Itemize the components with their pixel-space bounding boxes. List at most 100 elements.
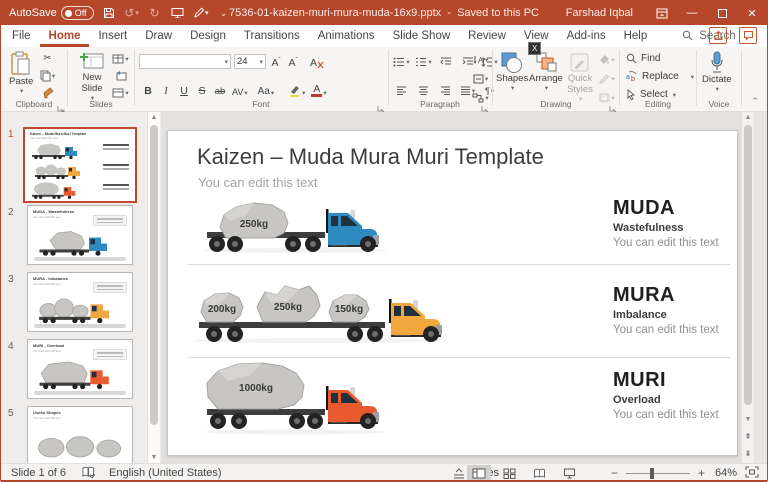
row-text-muri[interactable]: MURI Overload You can edit this text bbox=[613, 370, 733, 421]
fit-slide-to-window-icon[interactable] bbox=[745, 466, 759, 481]
tab-animations[interactable]: Animations bbox=[309, 25, 384, 47]
slide-thumbnail-2[interactable]: MUDA - Wastefulness You can edit this te… bbox=[27, 205, 133, 265]
slide-thumbnail-3[interactable]: MURA - Imbalance You can edit this text bbox=[27, 272, 133, 332]
tab-add-ins[interactable]: Add-ins bbox=[558, 25, 615, 47]
decrease-font-size-icon[interactable]: Aˇ bbox=[286, 55, 300, 69]
tab-transitions[interactable]: Transitions bbox=[235, 25, 309, 47]
section-icon[interactable]: ▾ bbox=[112, 85, 129, 100]
slide-title[interactable]: Kaizen – Muda Mura Muri Template bbox=[197, 144, 544, 170]
new-slide-button[interactable]: New Slide ▾ bbox=[73, 51, 111, 102]
zoom-in-button[interactable]: + bbox=[698, 466, 705, 480]
row-text-muda[interactable]: MUDA Wastefulness You can edit this text bbox=[613, 198, 733, 249]
reset-slide-icon[interactable] bbox=[112, 68, 129, 83]
clipboard-dialog-launcher[interactable] bbox=[57, 100, 65, 113]
tab-review[interactable]: Review bbox=[459, 25, 515, 47]
ribbon-display-options-icon[interactable] bbox=[647, 1, 677, 25]
reading-view-button[interactable] bbox=[527, 465, 551, 482]
tab-home[interactable]: Home bbox=[40, 25, 90, 47]
canvas-scrollbar-thumb[interactable] bbox=[744, 125, 752, 405]
user-name[interactable]: Farshad Iqbal bbox=[566, 7, 633, 19]
share-icon[interactable] bbox=[709, 27, 727, 44]
slide-subtitle[interactable]: You can edit this text bbox=[198, 175, 318, 190]
bullets-icon[interactable]: ▾ bbox=[393, 54, 410, 69]
tab-draw[interactable]: Draw bbox=[136, 25, 181, 47]
bold-button[interactable]: B bbox=[141, 83, 155, 97]
font-name-combobox[interactable]: ▾ bbox=[139, 54, 231, 69]
shape-outline-icon[interactable]: ▾ bbox=[598, 71, 615, 86]
scroll-up-icon[interactable]: ▲ bbox=[148, 114, 160, 121]
format-painter-icon[interactable] bbox=[39, 85, 56, 100]
save-icon[interactable] bbox=[101, 5, 117, 21]
replace-button[interactable]: ab Replace ▾ bbox=[626, 71, 694, 82]
scroll-down-icon[interactable]: ▼ bbox=[742, 416, 754, 423]
truck-muda[interactable]: 250kg bbox=[200, 201, 390, 253]
slide-indicator[interactable]: Slide 1 of 6 bbox=[11, 467, 66, 479]
slide-layout-icon[interactable]: ▾ bbox=[112, 51, 129, 66]
font-color-icon[interactable]: A ▾ bbox=[310, 83, 327, 97]
tab-design[interactable]: Design bbox=[181, 25, 235, 47]
zoom-out-button[interactable]: − bbox=[611, 466, 618, 480]
font-dialog-launcher[interactable] bbox=[377, 100, 385, 113]
tab-help[interactable]: Help bbox=[615, 25, 657, 47]
numbering-icon[interactable]: ▾ bbox=[415, 54, 432, 69]
strikethrough-button[interactable]: ab bbox=[213, 83, 227, 97]
font-size-combobox[interactable]: 24 ▾ bbox=[234, 54, 266, 69]
slide-thumbnail-1[interactable]: Kaizen – Muda Mura Muri Template You can… bbox=[23, 127, 137, 203]
highlight-color-icon[interactable]: ▾ bbox=[287, 83, 306, 97]
ink-pen-icon[interactable]: ▾ bbox=[193, 5, 209, 21]
find-button[interactable]: Find bbox=[626, 53, 660, 64]
autosave-toggle[interactable]: AutoSave Off bbox=[9, 6, 94, 20]
comments-icon[interactable] bbox=[739, 27, 757, 44]
text-shadow-button[interactable]: S bbox=[195, 83, 209, 97]
previous-slide-icon[interactable]: ⇞ bbox=[742, 432, 754, 441]
increase-font-size-icon[interactable]: Aˆ bbox=[269, 55, 283, 69]
collapse-ribbon-icon[interactable]: ⌃ bbox=[751, 96, 759, 107]
character-spacing-icon[interactable]: AV ▾ bbox=[231, 83, 249, 97]
shape-fill-icon[interactable]: ▾ bbox=[598, 52, 615, 67]
italic-button[interactable]: I bbox=[159, 83, 173, 97]
tab-file[interactable]: File bbox=[3, 25, 40, 47]
scroll-up-icon[interactable]: ▲ bbox=[742, 114, 754, 121]
scroll-down-icon[interactable]: ▼ bbox=[148, 454, 160, 461]
canvas-scrollbar[interactable]: ▲ ▼ ⇞ ⇟ bbox=[741, 112, 754, 463]
thumbnail-scrollbar[interactable]: ▲ ▼ bbox=[147, 112, 160, 463]
drawing-dialog-launcher[interactable] bbox=[609, 100, 617, 113]
truck-muri[interactable]: 1000kg bbox=[200, 361, 390, 435]
align-text-icon[interactable]: ▾ bbox=[472, 71, 489, 86]
paste-button[interactable]: Paste ▾ bbox=[9, 51, 33, 95]
align-left-icon[interactable] bbox=[393, 83, 410, 98]
zoom-slider[interactable] bbox=[625, 467, 690, 479]
quick-styles-button[interactable]: Quick Styles ▾ bbox=[563, 52, 597, 103]
change-case-icon[interactable]: Aa ▾ bbox=[257, 83, 276, 97]
zoom-level[interactable]: 64% bbox=[715, 467, 737, 479]
thumbnail-scrollbar-thumb[interactable] bbox=[150, 125, 158, 425]
align-right-icon[interactable] bbox=[437, 83, 454, 98]
language-indicator[interactable]: English (United States) bbox=[109, 467, 222, 479]
redo-icon[interactable]: ↻ bbox=[147, 5, 163, 21]
next-slide-icon[interactable]: ⇟ bbox=[742, 449, 754, 458]
zoom-slider-thumb[interactable] bbox=[650, 467, 655, 479]
slide-sorter-view-button[interactable] bbox=[497, 465, 521, 482]
clear-formatting-icon[interactable]: A bbox=[309, 55, 325, 69]
align-center-icon[interactable] bbox=[415, 83, 432, 98]
start-slideshow-icon[interactable] bbox=[170, 5, 186, 21]
minimize-button[interactable]: — bbox=[677, 1, 707, 25]
row-text-mura[interactable]: MURA Imbalance You can edit this text bbox=[613, 285, 733, 336]
decrease-indent-icon[interactable] bbox=[437, 54, 454, 69]
text-direction-icon[interactable]: A ▾ bbox=[472, 52, 489, 67]
normal-view-button[interactable] bbox=[467, 464, 491, 482]
slide-thumbnail-5[interactable]: Useful Shapes You can edit this text bbox=[27, 406, 133, 463]
arrange-button[interactable]: Arrange ▾ bbox=[529, 52, 563, 92]
maximize-button[interactable] bbox=[707, 1, 737, 25]
spell-check-icon[interactable] bbox=[82, 466, 96, 481]
shapes-button[interactable]: Shapes ▾ bbox=[496, 52, 528, 92]
underline-button[interactable]: U bbox=[177, 83, 191, 97]
copy-icon[interactable]: ▾ bbox=[39, 68, 56, 83]
slide-1[interactable]: Kaizen – Muda Mura Muri Template You can… bbox=[167, 130, 738, 456]
close-button[interactable]: ✕ bbox=[737, 1, 767, 25]
tab-slide-show[interactable]: Slide Show bbox=[384, 25, 460, 47]
cut-icon[interactable]: ✂ bbox=[39, 51, 56, 66]
dictate-button[interactable]: Dictate ▾ bbox=[702, 51, 732, 93]
truck-mura[interactable]: 200kg 250kg 150kg bbox=[187, 279, 447, 343]
paragraph-dialog-launcher[interactable] bbox=[481, 100, 489, 113]
